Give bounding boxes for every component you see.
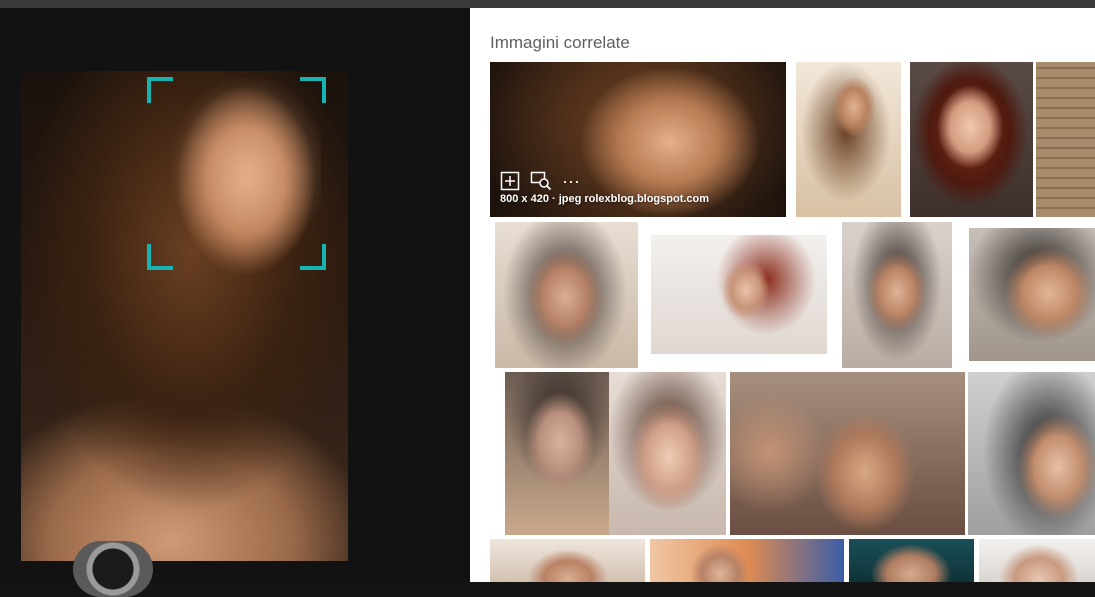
related-image[interactable]	[849, 539, 974, 582]
related-image[interactable]	[651, 235, 827, 354]
related-image[interactable]	[650, 539, 844, 582]
related-image[interactable]	[796, 62, 901, 217]
related-image-featured[interactable]: ··· 800 x 420 · jpeg rolexblog.blogspot.…	[490, 62, 786, 217]
selection-handle-top-left[interactable]	[147, 77, 173, 103]
related-image[interactable]	[969, 228, 1095, 361]
add-to-collection-icon[interactable]	[500, 171, 520, 191]
image-info: 800 x 420 · jpeg rolexblog.blogspot.com	[500, 193, 710, 205]
top-bar	[0, 0, 1095, 8]
visual-search-selection-area[interactable]	[149, 79, 321, 264]
related-image[interactable]	[609, 372, 726, 535]
more-options-button[interactable]: ···	[562, 171, 580, 191]
visual-search-icon[interactable]	[530, 171, 552, 191]
related-image[interactable]	[979, 539, 1095, 582]
related-image[interactable]	[490, 539, 645, 582]
related-image[interactable]	[910, 62, 1033, 217]
related-images-pane: Immagini correlate ··· 800 x 420 · jpeg …	[470, 8, 1095, 582]
section-title: Immagini correlate	[490, 33, 630, 52]
thumbnail-toolbar: ···	[500, 171, 580, 191]
related-image[interactable]	[730, 372, 965, 535]
related-image[interactable]	[1036, 62, 1095, 217]
related-image[interactable]	[968, 372, 1095, 535]
related-image[interactable]	[505, 372, 609, 535]
selection-handle-bottom-left[interactable]	[147, 244, 173, 270]
related-image[interactable]	[495, 222, 638, 368]
selection-handle-bottom-right[interactable]	[300, 244, 326, 270]
wristwatch-detail	[73, 541, 153, 597]
selection-handle-top-right[interactable]	[300, 77, 326, 103]
related-image[interactable]	[842, 222, 952, 368]
